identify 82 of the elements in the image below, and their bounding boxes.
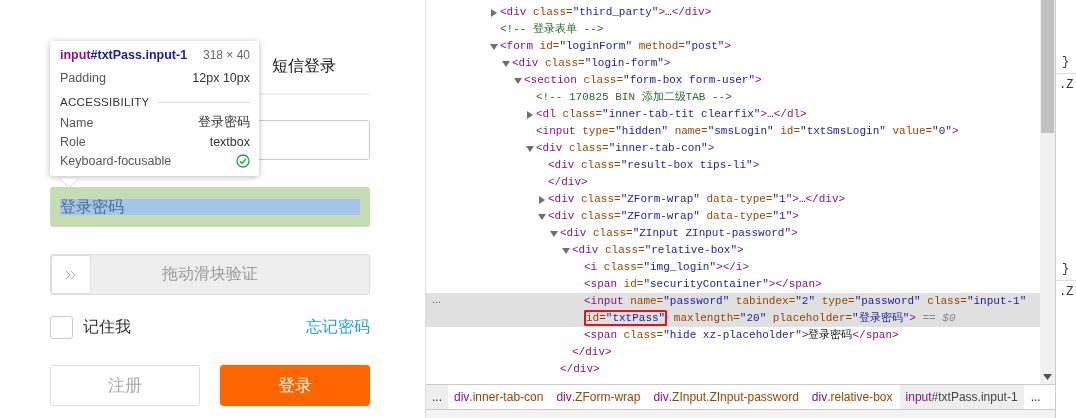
code-line: <!-- 170825 BIN 添加二级TAB --> <box>536 90 732 105</box>
expanded-triangle-icon[interactable] <box>526 144 534 153</box>
dom-node-row[interactable]: <div class="ZForm-wrap" data-type="1">…</div> <box>426 191 1040 208</box>
scrollbar[interactable] <box>1040 0 1055 384</box>
property-value: 12px 10px <box>192 70 250 85</box>
property-value: 登录密码 <box>198 114 250 131</box>
password-field[interactable]: 登录密码 <box>50 187 370 227</box>
dom-node-row[interactable]: <input type="hidden" name="smsLogin" id="txtSmsLogin" value="0"> <box>426 123 1040 140</box>
collapsed-triangle-icon[interactable] <box>526 110 534 119</box>
remember-label: 记住我 <box>83 316 131 337</box>
slider-handle[interactable] <box>51 255 91 294</box>
dom-node-row[interactable]: <div class="ZForm-wrap" data-type="1"> <box>426 208 1040 225</box>
code-line: id="txtPass" maxlength="20" placeholder="登录密码"> == $0 <box>584 310 956 327</box>
dom-node-row[interactable]: <div class="ZInput ZInput-password"> <box>426 225 1040 242</box>
code-line: <div class="relative-box"> <box>572 243 744 258</box>
property-label: Role <box>60 134 86 149</box>
property-label: Keyboard-focusable <box>60 153 172 168</box>
code-line: <span class="hide xz-placeholder">登录密码</span> <box>584 328 899 343</box>
code-line: <input name="password" tabindex="2" type="password" class="input-1" <box>584 294 1027 309</box>
scroll-down-icon[interactable] <box>1043 374 1052 380</box>
code-line: <dl class="inner-tab-tit clearfix">…</dl> <box>536 107 807 122</box>
breadcrumb-overflow[interactable]: ... <box>1024 385 1047 409</box>
code-line: <!-- 登录表单 --> <box>500 22 604 37</box>
dom-node-row[interactable]: <!-- 登录表单 --> <box>426 21 1040 38</box>
section-heading: ACCESSIBILITY <box>60 96 150 108</box>
dom-node-row[interactable]: <div class="third_party">…</div> <box>426 4 1040 21</box>
expanded-triangle-icon[interactable] <box>514 76 522 85</box>
dom-node-row[interactable]: <form id="loginForm" method="post"> <box>426 38 1040 55</box>
row-menu[interactable]: ... <box>432 293 442 306</box>
rule-brace: } <box>1056 262 1076 281</box>
code-line: <div class="ZForm-wrap" data-type="1">…</div> <box>548 192 846 207</box>
expanded-triangle-icon[interactable] <box>502 59 510 68</box>
code-line: <div class="result-box tips-li"> <box>548 158 760 173</box>
breadcrumb-item[interactable]: input#txtPass.input-1 <box>899 385 1024 409</box>
property-value: textbox <box>209 134 250 149</box>
dom-node-row[interactable]: ... <input name="password" tabindex="2" type="password" class="input-1" id="txtPass" maxlength="20" placeholder="登录密码"> == $0 <box>426 293 1040 327</box>
remember-checkbox[interactable] <box>50 315 73 339</box>
code-line: <div class="third_party">…</div> <box>500 5 712 20</box>
dom-node-row[interactable]: <!-- 170825 BIN 添加二级TAB --> <box>426 89 1040 106</box>
code-line: <div class="ZForm-wrap" data-type="1"> <box>548 209 799 224</box>
code-line: <span id="securityContainer"></span> <box>584 277 822 292</box>
breadcrumb-item[interactable]: div.relative-box <box>805 385 899 409</box>
code-line: </div> <box>572 345 612 360</box>
dom-node-row[interactable]: <span class="hide xz-placeholder">登录密码</span> <box>426 327 1040 344</box>
code-line: <i class="img_login"></i> <box>584 260 750 275</box>
code-line: <div class="login-form"> <box>512 56 671 71</box>
code-line: <section class="form-box form-user"> <box>524 73 762 88</box>
double-chevron-icon <box>65 269 77 280</box>
expanded-triangle-icon[interactable] <box>538 212 546 221</box>
element-size: 318 × 40 <box>202 48 250 62</box>
dom-node-row[interactable]: <div class="relative-box"> <box>426 242 1040 259</box>
code-line: <input type="hidden" name="smsLogin" id="txtSmsLogin" value="0"> <box>536 124 959 139</box>
slider-label: 拖动滑块验证 <box>162 264 258 284</box>
property-label: Padding <box>60 70 106 85</box>
dom-node-row[interactable]: <div class="login-form"> <box>426 55 1040 72</box>
dom-node-row[interactable]: <section class="form-box form-user"> <box>426 72 1040 89</box>
dom-node-row[interactable]: <i class="img_login"></i> <box>426 259 1040 276</box>
expanded-triangle-icon[interactable] <box>562 246 570 255</box>
breadcrumb-item[interactable]: div.inner-tab-con <box>448 385 550 409</box>
rule-selector: .Z <box>1058 78 1075 92</box>
property-label: Name <box>60 115 94 130</box>
dom-node-row[interactable]: <div class="result-box tips-li"> <box>426 157 1040 174</box>
code-line: </div> <box>548 175 588 190</box>
breadcrumb-overflow[interactable]: ... <box>426 385 448 409</box>
breadcrumb-item[interactable]: div.ZInput.ZInput-password <box>647 385 805 409</box>
expanded-triangle-icon[interactable] <box>550 229 558 238</box>
dom-node-row[interactable]: <span id="securityContainer"></span> <box>426 276 1040 293</box>
collapsed-triangle-icon[interactable] <box>538 195 546 204</box>
rule-selector: .Z <box>1058 285 1075 299</box>
scrollbar-thumb[interactable] <box>1041 0 1054 133</box>
rule-brace: } <box>1056 55 1076 74</box>
code-line: <div class="ZInput ZInput-password"> <box>560 226 798 241</box>
breadcrumb-item[interactable]: div.ZForm-wrap <box>550 385 647 409</box>
collapsed-triangle-icon[interactable] <box>490 8 498 17</box>
code-line: </div> <box>560 362 600 377</box>
expanded-triangle-icon[interactable] <box>490 42 498 51</box>
dom-node-row[interactable]: <div class="inner-tab-con"> <box>426 140 1040 157</box>
code-line: <form id="loginForm" method="post"> <box>500 39 732 54</box>
element-selector: input#txtPass.input-1 <box>60 48 188 62</box>
code-line: <div class="inner-tab-con"> <box>536 141 715 156</box>
tooltip-pointer <box>60 179 78 188</box>
dom-node-row[interactable]: <dl class="inner-tab-tit clearfix">…</dl> <box>426 106 1040 123</box>
